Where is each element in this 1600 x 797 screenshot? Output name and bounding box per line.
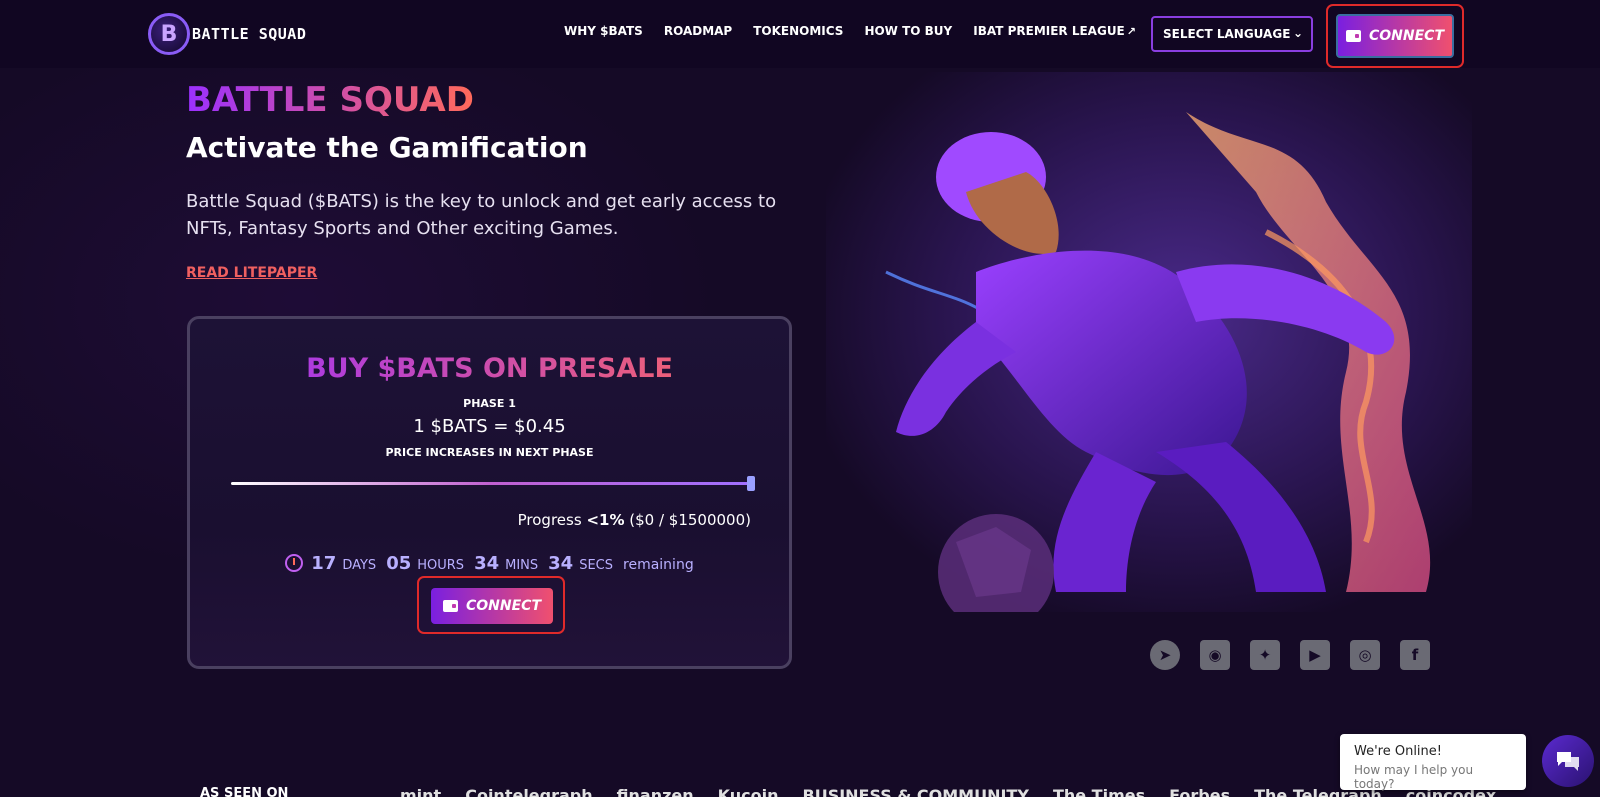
countdown-mins: 34	[474, 553, 500, 574]
countdown-secs-unit: SECS	[579, 558, 614, 573]
wallet-icon	[443, 600, 458, 612]
progress-value: <1%	[586, 511, 625, 529]
press-logo: mint	[400, 786, 442, 797]
chat-launcher-button[interactable]	[1542, 735, 1594, 787]
social-links: ➤ ◉ ✦ ▶ ◎ f	[1150, 640, 1430, 670]
presale-connect-label: CONNECT	[466, 598, 541, 614]
card-connect-highlight: CONNECT	[417, 576, 565, 634]
brand-name: BATTLE SQUAD	[192, 25, 307, 43]
top-navbar: B BATTLE SQUAD WHY $BATS ROADMAP TOKENOM…	[0, 0, 1600, 68]
countdown-days: 17	[311, 553, 337, 574]
press-logo: Kucoin	[717, 786, 779, 797]
press-logo: Cointelegraph	[465, 786, 593, 797]
press-logo: finanzen	[616, 786, 694, 797]
nav-links: WHY $BATS ROADMAP TOKENOMICS HOW TO BUY …	[564, 24, 1136, 38]
press-logo: BUSINESS & COMMUNITY	[802, 786, 1029, 797]
instagram-icon[interactable]: ◎	[1350, 640, 1380, 670]
external-link-icon: ↗	[1126, 25, 1136, 38]
chevron-down-icon: ⌄	[1292, 26, 1303, 40]
countdown-mins-unit: MINS	[505, 558, 539, 573]
chat-bubbles-icon	[1557, 752, 1579, 771]
nav-link-tokenomics[interactable]: TOKENOMICS	[753, 24, 843, 38]
presale-connect-button[interactable]: CONNECT	[431, 588, 553, 624]
presale-progress-bar	[231, 476, 755, 491]
logo-mark-icon: B	[148, 13, 190, 55]
nav-connect-button[interactable]: CONNECT	[1336, 14, 1454, 58]
discord-icon[interactable]: ◉	[1200, 640, 1230, 670]
youtube-icon[interactable]: ▶	[1300, 640, 1330, 670]
facebook-icon[interactable]: f	[1400, 640, 1430, 670]
telegram-icon[interactable]: ➤	[1150, 640, 1180, 670]
press-logo: The Times	[1052, 786, 1146, 797]
twitter-icon[interactable]: ✦	[1250, 640, 1280, 670]
progress-text: Progress <1% ($0 / $1500000)	[518, 511, 751, 529]
countdown-hours-unit: HOURS	[417, 558, 465, 573]
countdown-suffix: remaining	[623, 557, 694, 573]
brand-logo[interactable]: B BATTLE SQUAD	[148, 13, 306, 55]
hero-title: BATTLE SQUAD	[186, 80, 474, 120]
presale-card: BUY $BATS ON PRESALE PHASE 1 1 $BATS = $…	[187, 316, 792, 669]
read-litepaper-link[interactable]: READ LITEPAPER	[186, 265, 317, 281]
nav-link-why-bats[interactable]: WHY $BATS	[564, 24, 643, 38]
hero-description: Battle Squad ($BATS) is the key to unloc…	[186, 191, 777, 239]
presale-note: PRICE INCREASES IN NEXT PHASE	[385, 446, 594, 459]
stopwatch-icon	[285, 554, 304, 572]
press-logo: Forbes	[1169, 786, 1231, 797]
hero-subtitle: Activate the Gamification	[186, 131, 588, 164]
nav-link-premier-league[interactable]: IBAT PREMIER LEAGUE ↗	[973, 24, 1136, 38]
presale-title: BUY $BATS ON PRESALE	[190, 353, 789, 384]
nav-link-premier-league-label: IBAT PREMIER LEAGUE	[973, 24, 1125, 38]
nav-connect-label: CONNECT	[1369, 28, 1444, 44]
presale-phase: PHASE 1	[463, 397, 516, 410]
wallet-icon	[1346, 30, 1361, 42]
as-seen-on-label: AS SEEN ON	[200, 786, 289, 797]
presale-countdown: 17 DAYS 05 HOURS 34 MINS 34 SECS remaini…	[190, 551, 789, 574]
chat-subtitle: How may I help you today?	[1354, 763, 1474, 791]
chat-greeting-bubble[interactable]: We're Online! How may I help you today?	[1340, 734, 1526, 791]
countdown-hours: 05	[386, 553, 412, 574]
progress-label: Progress	[517, 511, 582, 529]
progress-amount: ($0 / $1500000)	[629, 511, 751, 529]
presale-price: 1 $BATS = $0.45	[413, 416, 566, 437]
countdown-secs: 34	[548, 553, 574, 574]
chat-title: We're Online!	[1354, 744, 1442, 759]
nav-connect-highlight: CONNECT	[1326, 4, 1464, 68]
nav-link-roadmap[interactable]: ROADMAP	[664, 24, 732, 38]
nav-link-how-to-buy[interactable]: HOW TO BUY	[864, 24, 952, 38]
countdown-days-unit: DAYS	[342, 558, 377, 573]
press-logos: mint Cointelegraph finanzen Kucoin BUSIN…	[400, 786, 1496, 797]
footballer-hero-image	[826, 72, 1472, 612]
language-select-label: SELECT LANGUAGE	[1163, 27, 1291, 41]
progress-handle	[747, 476, 755, 491]
language-select[interactable]: SELECT LANGUAGE ⌄	[1151, 16, 1313, 52]
